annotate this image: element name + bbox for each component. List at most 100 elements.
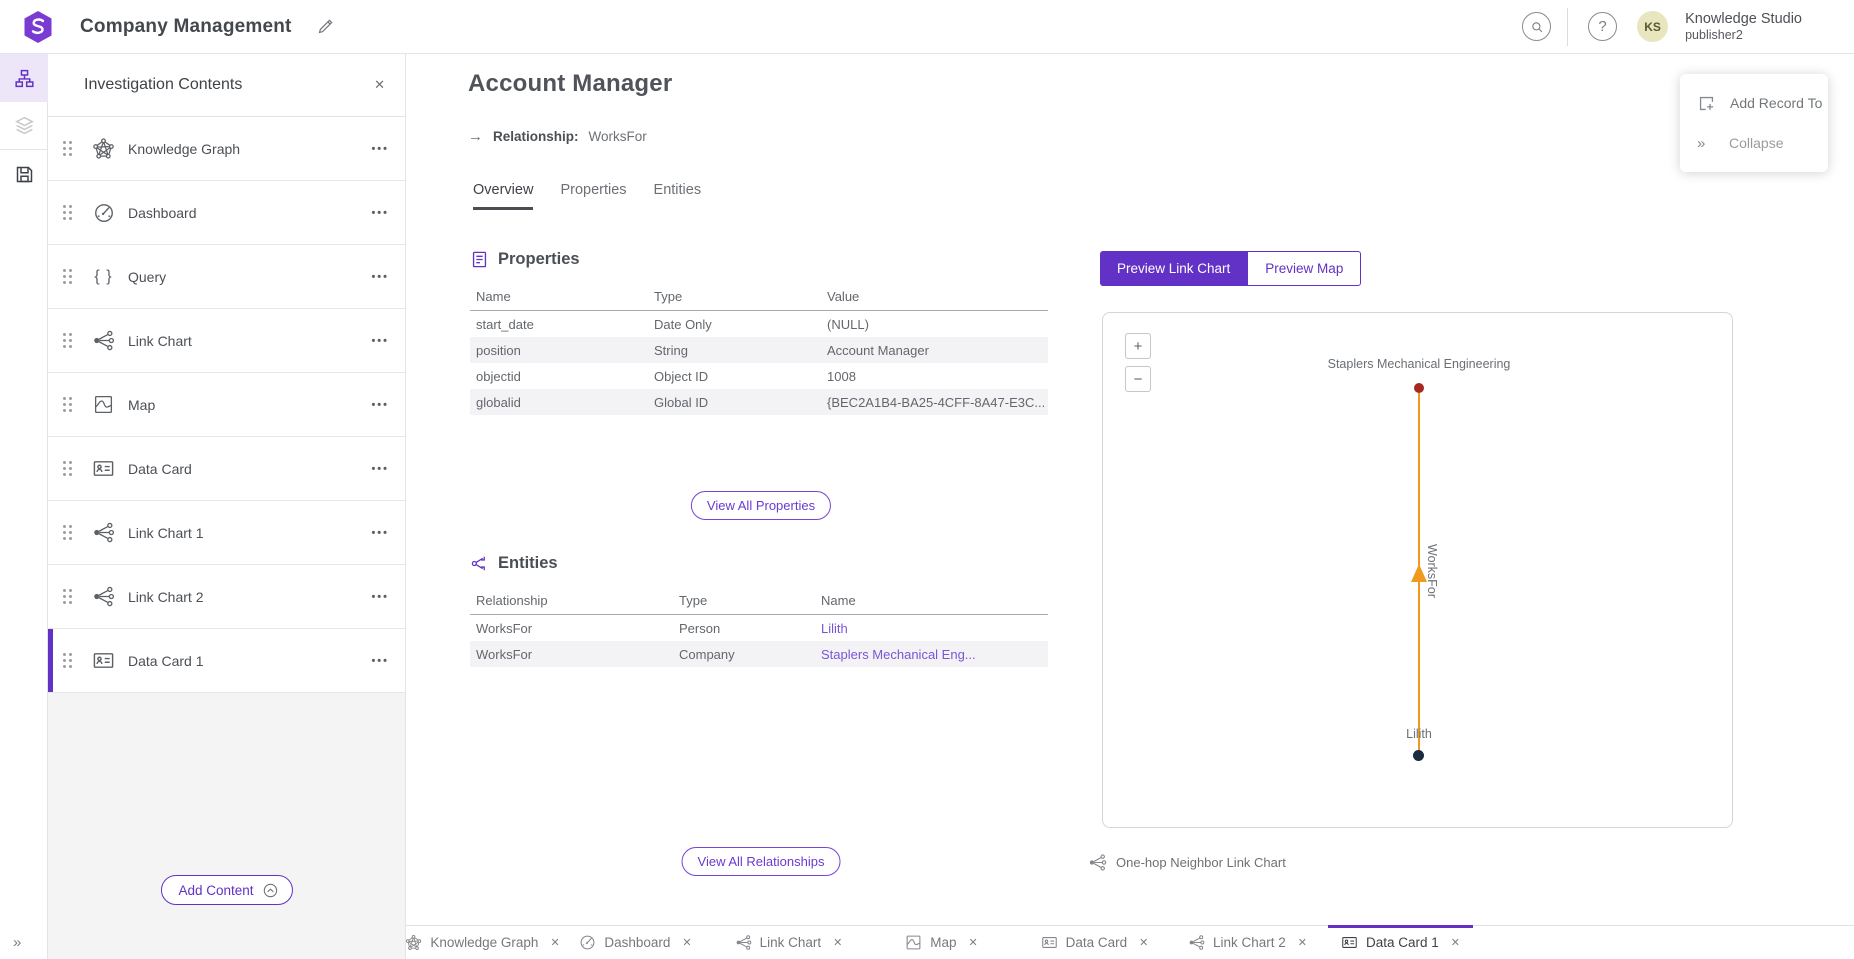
tab-properties[interactable]: Properties: [560, 182, 626, 210]
tab-label: Knowledge Graph: [430, 935, 538, 950]
sidebar-item-dashboard[interactable]: Dashboard •••: [48, 181, 405, 245]
entities-section-title: Entities: [498, 554, 558, 573]
add-record-icon: [1697, 94, 1716, 113]
drag-handle-icon[interactable]: [63, 205, 72, 220]
view-all-properties-button[interactable]: View All Properties: [691, 491, 831, 520]
drag-handle-icon[interactable]: [63, 589, 72, 604]
zoom-in-button[interactable]: +: [1125, 333, 1151, 359]
drag-handle-icon[interactable]: [63, 269, 72, 284]
item-menu-icon[interactable]: •••: [371, 271, 389, 283]
tab-overview[interactable]: Overview: [473, 182, 533, 210]
sidebar-item-link-chart-1[interactable]: Link Chart 1 •••: [48, 501, 405, 565]
sidebar-item-map[interactable]: Map •••: [48, 373, 405, 437]
bottom-tab-link-chart-2[interactable]: Link Chart 2 ✕: [1171, 926, 1324, 959]
sidebar-item-link-chart-2[interactable]: Link Chart 2 •••: [48, 565, 405, 629]
close-sidebar-icon[interactable]: ✕: [374, 77, 385, 93]
person-node[interactable]: [1413, 750, 1424, 761]
view-all-relationships-button[interactable]: View All Relationships: [682, 847, 841, 876]
sidebar-item-knowledge-graph[interactable]: Knowledge Graph •••: [48, 117, 405, 181]
rail-item-layers[interactable]: [0, 102, 48, 150]
sidebar-item-query[interactable]: { } Query •••: [48, 245, 405, 309]
data-card-icon: [1041, 934, 1058, 951]
item-menu-icon[interactable]: •••: [371, 207, 389, 219]
sidebar-title: Investigation Contents: [84, 76, 242, 94]
zoom-out-button[interactable]: −: [1125, 366, 1151, 392]
main-content: Account Manager → Relationship: WorksFor…: [406, 54, 1854, 959]
bottom-tab-data-card-1[interactable]: Data Card 1 ✕: [1324, 926, 1477, 959]
table-row: objectid Object ID 1008: [470, 363, 1048, 389]
item-menu-icon[interactable]: •••: [371, 655, 389, 667]
link-chart-icon: [1088, 853, 1107, 872]
column-header: Name: [470, 289, 648, 304]
properties-table-header: Name Type Value: [470, 283, 1048, 311]
cell-name: objectid: [470, 369, 648, 384]
bottom-tab-knowledge-graph[interactable]: Knowledge Graph ✕: [406, 926, 559, 959]
item-menu-icon[interactable]: •••: [371, 463, 389, 475]
item-menu-icon[interactable]: •••: [371, 335, 389, 347]
cell-type: String: [648, 343, 821, 358]
help-button[interactable]: ?: [1588, 12, 1617, 41]
sidebar-item-label: Map: [128, 397, 155, 413]
user-avatar[interactable]: KS: [1637, 11, 1668, 42]
table-row: WorksFor Company Staplers Mechanical Eng…: [470, 641, 1048, 667]
drag-handle-icon[interactable]: [63, 461, 72, 476]
entity-link[interactable]: Lilith: [815, 621, 1048, 636]
item-menu-icon[interactable]: •••: [371, 591, 389, 603]
rail-item-investigation-contents[interactable]: [0, 54, 48, 102]
close-tab-icon[interactable]: ✕: [969, 936, 978, 949]
item-menu-icon[interactable]: •••: [371, 143, 389, 155]
map-icon: [905, 934, 922, 951]
company-node[interactable]: [1414, 383, 1424, 393]
bottom-tab-map[interactable]: Map ✕: [865, 926, 1018, 959]
link-chart-preview-panel[interactable]: + − Staplers Mechanical Engineering Work…: [1102, 312, 1733, 828]
tab-label: Map: [930, 935, 956, 950]
drag-handle-icon[interactable]: [63, 653, 72, 668]
properties-table: Name Type Value start_date Date Only (NU…: [470, 283, 1048, 415]
edit-title-icon[interactable]: [316, 17, 335, 36]
close-tab-icon[interactable]: ✕: [1298, 936, 1307, 949]
investigation-contents-icon: [14, 68, 35, 89]
zoom-controls: + −: [1125, 333, 1151, 392]
drag-handle-icon[interactable]: [63, 141, 72, 156]
bottom-tab-data-card[interactable]: Data Card ✕: [1018, 926, 1171, 959]
menu-item-add-record-to[interactable]: Add Record To: [1680, 83, 1828, 123]
drag-handle-icon[interactable]: [63, 397, 72, 412]
rail-item-save[interactable]: [0, 150, 48, 198]
add-content-button[interactable]: Add Content: [160, 875, 292, 905]
drag-handle-icon[interactable]: [63, 525, 72, 540]
tab-label: Data Card 1: [1366, 935, 1439, 950]
sidebar-item-label: Link Chart: [128, 333, 192, 349]
close-tab-icon[interactable]: ✕: [833, 936, 842, 949]
tab-entities[interactable]: Entities: [654, 182, 702, 210]
item-menu-icon[interactable]: •••: [371, 527, 389, 539]
company-node-label[interactable]: Staplers Mechanical Engineering: [1269, 357, 1569, 371]
bottom-tab-dashboard[interactable]: Dashboard ✕: [559, 926, 712, 959]
person-node-label[interactable]: Lilith: [1269, 727, 1569, 741]
left-icon-rail: »: [0, 54, 48, 959]
expand-panel-chevrons-icon[interactable]: »: [13, 934, 20, 951]
cell-type: Date Only: [648, 317, 821, 332]
layers-icon: [14, 115, 35, 136]
cell-relationship: WorksFor: [470, 647, 673, 662]
preview-link-chart-button[interactable]: Preview Link Chart: [1100, 251, 1247, 286]
data-card-icon: [92, 649, 115, 672]
tab-label: Dashboard: [604, 935, 670, 950]
drag-handle-icon[interactable]: [63, 333, 72, 348]
sidebar-item-data-card[interactable]: Data Card •••: [48, 437, 405, 501]
close-tab-icon[interactable]: ✕: [1451, 936, 1460, 949]
bottom-tab-link-chart[interactable]: Link Chart ✕: [712, 926, 865, 959]
user-name: publisher2: [1685, 28, 1802, 42]
cell-name: globalid: [470, 395, 648, 410]
close-tab-icon[interactable]: ✕: [682, 936, 691, 949]
sidebar-item-data-card-1[interactable]: Data Card 1 •••: [48, 629, 405, 693]
search-button[interactable]: [1522, 12, 1551, 41]
app-logo-icon: [22, 10, 54, 44]
close-tab-icon[interactable]: ✕: [1139, 936, 1148, 949]
preview-map-button[interactable]: Preview Map: [1247, 251, 1361, 286]
item-menu-icon[interactable]: •••: [371, 399, 389, 411]
record-type-value: WorksFor: [589, 129, 647, 144]
query-icon: { }: [94, 268, 112, 286]
sidebar-item-link-chart[interactable]: Link Chart •••: [48, 309, 405, 373]
entity-link[interactable]: Staplers Mechanical Eng...: [815, 647, 1048, 662]
menu-item-collapse[interactable]: » Collapse: [1680, 123, 1828, 163]
